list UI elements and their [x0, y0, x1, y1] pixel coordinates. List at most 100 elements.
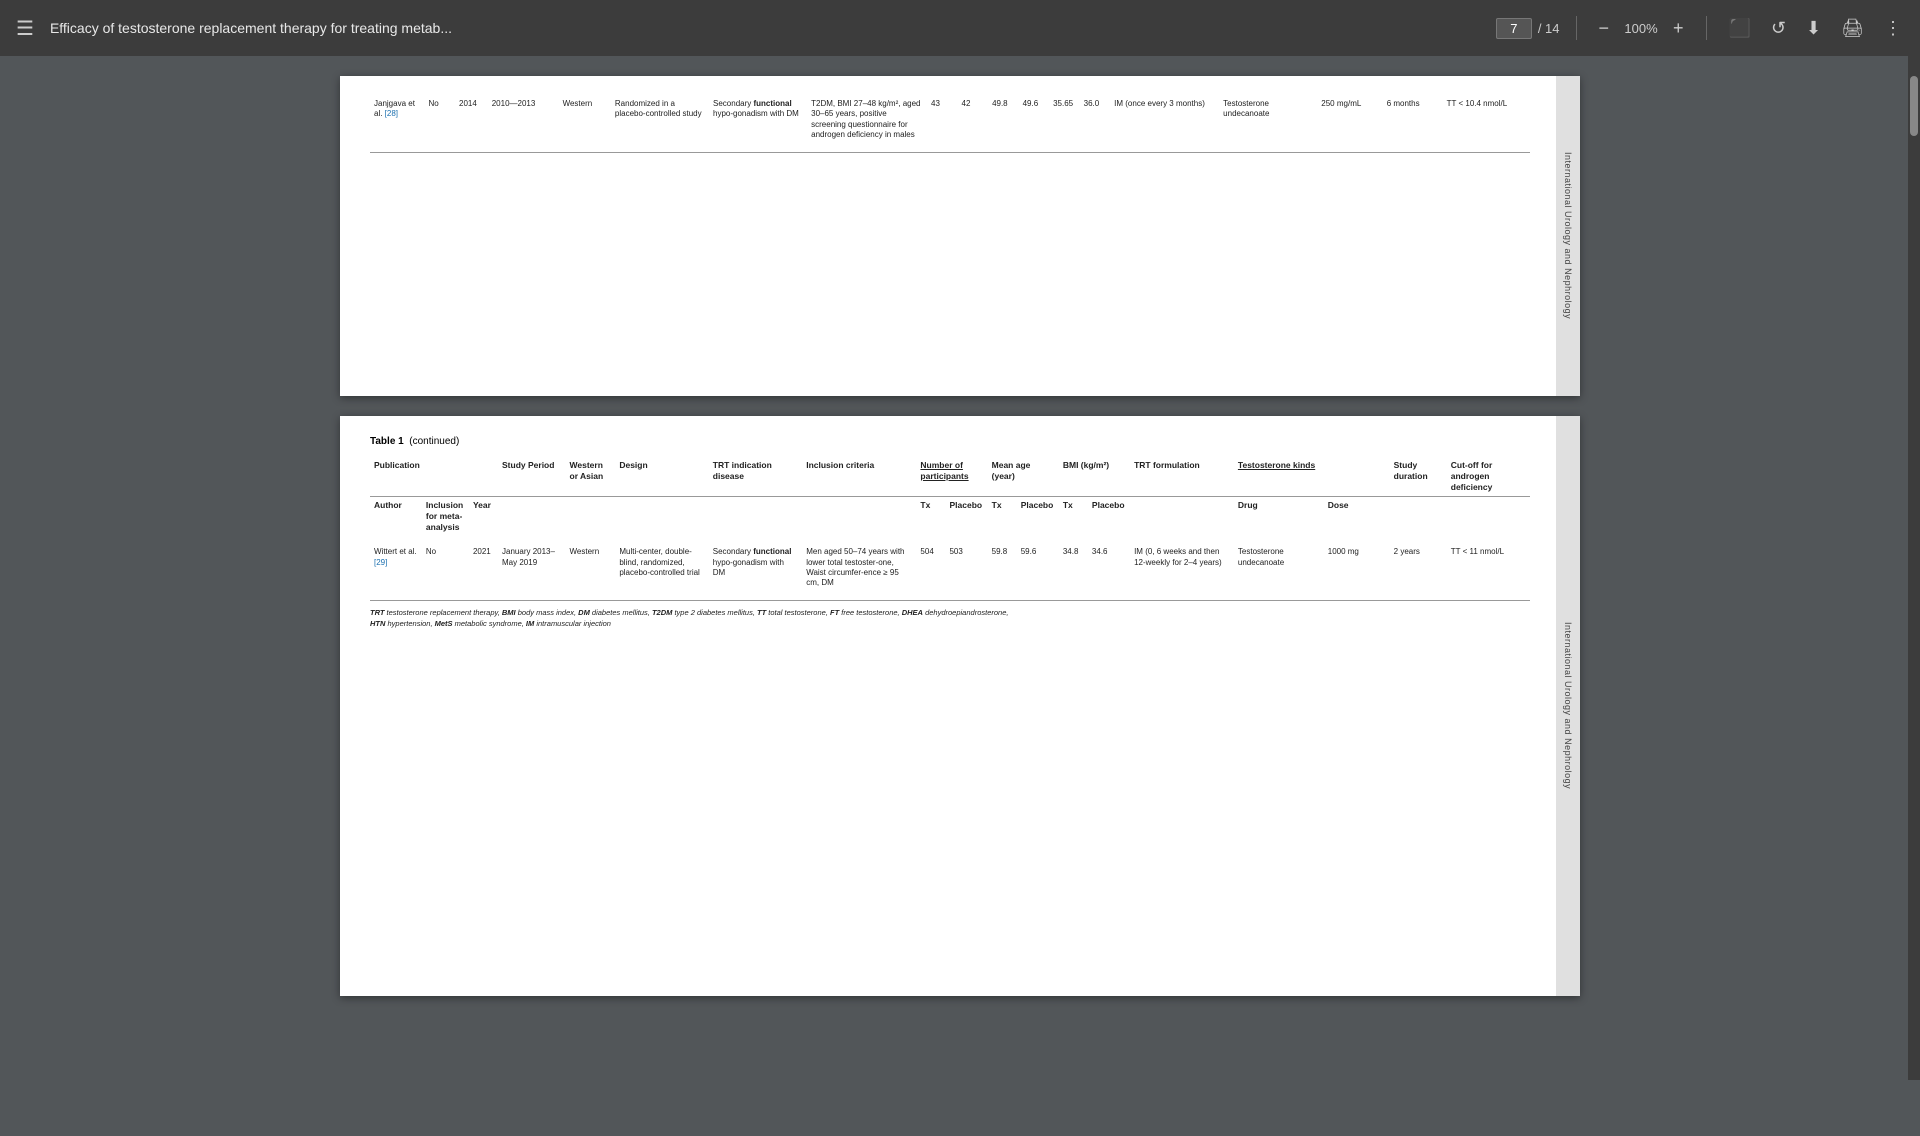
- cell-placebo-n-wittert: 503: [945, 544, 987, 592]
- topbar: ☰ Efficacy of testosterone replacement t…: [0, 0, 1920, 56]
- subcol-tx-3: Tx: [1059, 497, 1088, 537]
- col-testosterone-kinds: Testosterone kinds: [1234, 457, 1390, 497]
- col-trt-indication: TRT indication disease: [709, 457, 802, 497]
- main-content: International Urology and Nephrology Jan…: [0, 56, 1920, 1080]
- ref-link-29[interactable]: [29]: [374, 558, 387, 567]
- table-top: Janjgava et al. [28] No 2014 2010—2013 W…: [370, 96, 1530, 144]
- cell-cutoff-wittert: TT < 11 nmol/L: [1447, 544, 1530, 592]
- divider-2: [1706, 16, 1707, 40]
- cell-placebo-bmi-wittert: 34.6: [1088, 544, 1130, 592]
- side-label-top: International Urology and Nephrology: [1556, 76, 1580, 396]
- col-study-period: Study Period: [498, 457, 565, 497]
- cell-year: 2014: [455, 96, 488, 144]
- col-cutoff: Cut-off for androgen deficiency: [1447, 457, 1530, 497]
- cell-author: Janjgava et al. [28]: [370, 96, 425, 144]
- table-continued: Publication Study Period Western or Asia…: [370, 457, 1530, 592]
- cell-tx-age: 49.8: [988, 96, 1019, 144]
- col-trt-formulation: TRT formulation: [1130, 457, 1234, 497]
- page-card-top: International Urology and Nephrology Jan…: [340, 76, 1580, 396]
- col-study-duration: Study duration: [1390, 457, 1447, 497]
- zoom-value: 100%: [1621, 21, 1661, 36]
- table-row: Janjgava et al. [28] No 2014 2010—2013 W…: [370, 96, 1530, 144]
- download-button[interactable]: ⬇: [1800, 14, 1827, 43]
- scrollbar-thumb[interactable]: [1910, 76, 1918, 136]
- col-bmi: BMI (kg/m²): [1059, 457, 1130, 497]
- cell-placebo-age: 49.6: [1019, 96, 1050, 144]
- divider-1: [1576, 16, 1577, 40]
- cell-tx-n-wittert: 504: [916, 544, 945, 592]
- col-publication: Publication: [370, 457, 498, 497]
- subcol-placebo-3: Placebo: [1088, 497, 1130, 537]
- cell-placebo-age-wittert: 59.6: [1017, 544, 1059, 592]
- table-title: Table 1 (continued): [370, 436, 1530, 447]
- cell-western: Western: [559, 96, 611, 144]
- footnote-line1: TRT testosterone replacement therapy, BM…: [370, 608, 1008, 617]
- cell-tx-n: 43: [927, 96, 958, 144]
- subcol-inclusion: Inclusion for meta-analysis: [422, 497, 469, 537]
- cell-period-wittert: January 2013–May 2019: [498, 544, 565, 592]
- zoom-decrease-button[interactable]: −: [1593, 16, 1616, 41]
- footnote: TRT testosterone replacement therapy, BM…: [370, 607, 1530, 630]
- cell-trt-ind-wittert: Secondary functional hypo-gonadism with …: [709, 544, 802, 592]
- table-header-row: Publication Study Period Western or Asia…: [370, 457, 1530, 497]
- col-mean-age: Mean age (year): [988, 457, 1059, 497]
- subcol-placebo-1: Placebo: [945, 497, 987, 537]
- col-design: Design: [615, 457, 708, 497]
- more-options-button[interactable]: ⋮: [1878, 14, 1908, 43]
- cell-placebo-n: 42: [958, 96, 989, 144]
- ref-link[interactable]: [28]: [385, 109, 398, 118]
- cell-period: 2010—2013: [488, 96, 559, 144]
- subcol-placebo-2: Placebo: [1017, 497, 1059, 537]
- fullscreen-button[interactable]: ⬛: [1723, 14, 1757, 43]
- zoom-increase-button[interactable]: +: [1667, 16, 1690, 41]
- cell-design: Randomized in a placebo-controlled study: [611, 96, 709, 144]
- subcol-tx-2: Tx: [988, 497, 1017, 537]
- page-controls: / 14: [1496, 18, 1560, 39]
- cell-cutoff: TT < 10.4 nmol/L: [1443, 96, 1530, 144]
- col-number-participants: Number of participants: [916, 457, 987, 497]
- footnote-line2: HTN hypertension, MetS metabolic syndrom…: [370, 619, 611, 628]
- scrollbar[interactable]: [1908, 56, 1920, 1080]
- col-western-asian: Western or Asian: [566, 457, 616, 497]
- document-title: Efficacy of testosterone replacement the…: [50, 20, 1484, 36]
- cell-drug-wittert: Testosterone undecanoate: [1234, 544, 1324, 592]
- cell-author-wittert: Wittert et al. [29]: [370, 544, 422, 592]
- cell-trt-indication: Secondary functional hypo-gonadism with …: [709, 96, 807, 144]
- spacer-row: [370, 536, 1530, 544]
- footnote-divider: [370, 600, 1530, 601]
- print-button[interactable]: 🖨: [1835, 14, 1870, 43]
- cell-tx-age-wittert: 59.8: [988, 544, 1017, 592]
- table-subheader-row: Author Inclusion for meta-analysis Year …: [370, 497, 1530, 537]
- refresh-button[interactable]: ↺: [1765, 14, 1792, 43]
- zoom-controls: − 100% +: [1593, 16, 1690, 41]
- cell-western-wittert: Western: [566, 544, 616, 592]
- page-number-input[interactable]: [1496, 18, 1532, 39]
- subcol-dose: Dose: [1324, 497, 1390, 537]
- right-icons: ⬛ ↺ ⬇ 🖨 ⋮: [1723, 14, 1908, 43]
- table-row-wittert: Wittert et al. [29] No 2021 January 2013…: [370, 544, 1530, 592]
- cell-trt-form: IM (once every 3 months): [1110, 96, 1219, 144]
- cell-design-wittert: Multi-center, double-blind, randomized, …: [615, 544, 708, 592]
- bottom-divider: [370, 152, 1530, 153]
- col-inclusion-criteria: Inclusion criteria: [802, 457, 916, 497]
- cell-inc-crit-wittert: Men aged 50–74 years with lower total te…: [802, 544, 916, 592]
- side-label-bottom: International Urology and Nephrology: [1556, 416, 1580, 996]
- cell-tx-bmi-wittert: 34.8: [1059, 544, 1088, 592]
- cell-placebo-bmi: 36.0: [1080, 96, 1111, 144]
- menu-icon[interactable]: ☰: [12, 12, 38, 45]
- cell-year-wittert: 2021: [469, 544, 498, 592]
- page-card-bottom: International Urology and Nephrology Tab…: [340, 416, 1580, 996]
- subcol-author: Author: [370, 497, 422, 537]
- cell-duration-wittert: 2 years: [1390, 544, 1447, 592]
- subcol-drug: Drug: [1234, 497, 1324, 537]
- cell-inclusion: No: [425, 96, 456, 144]
- cell-inclusion-wittert: No: [422, 544, 469, 592]
- subcol-year: Year: [469, 497, 498, 537]
- cell-dose: 250 mg/mL: [1317, 96, 1382, 144]
- cell-duration: 6 months: [1383, 96, 1443, 144]
- cell-dose-wittert: 1000 mg: [1324, 544, 1390, 592]
- page-total: / 14: [1538, 21, 1560, 36]
- cell-tx-bmi: 35.65: [1049, 96, 1080, 144]
- subcol-tx-1: Tx: [916, 497, 945, 537]
- cell-drug: Testosterone undecanoate: [1219, 96, 1317, 144]
